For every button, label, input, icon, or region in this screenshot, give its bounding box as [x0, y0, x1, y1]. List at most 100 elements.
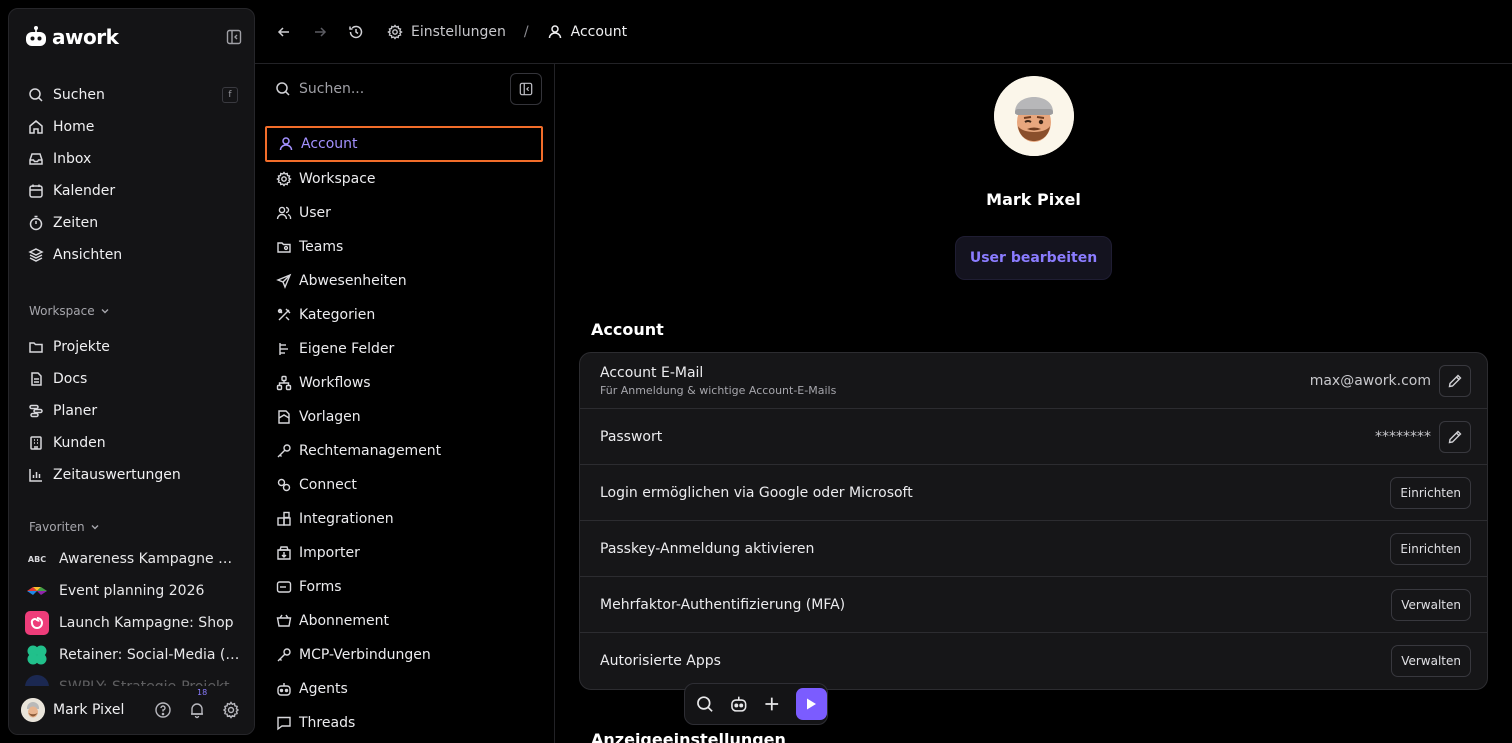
edit-user-button[interactable]: User bearbeiten: [955, 236, 1112, 280]
sidebar-item-ansichten[interactable]: Ansichten: [21, 239, 242, 271]
setup-social-login-button[interactable]: Einrichten: [1390, 476, 1471, 509]
breadcrumb-parent-label: Einstellungen: [411, 23, 506, 40]
setup-passkey-button[interactable]: Einrichten: [1390, 532, 1471, 565]
start-timer-button[interactable]: [795, 688, 827, 720]
sidebar-item-inbox[interactable]: Inbox: [21, 143, 242, 175]
settings-item-label: Kategorien: [299, 307, 376, 323]
form-icon: [275, 578, 293, 596]
edit-email-button[interactable]: [1439, 364, 1471, 397]
sidebar-item-kunden[interactable]: Kunden: [21, 427, 242, 459]
top-bar: Einstellungen / Account: [255, 0, 1512, 64]
settings-item-importer[interactable]: Importer: [265, 536, 543, 570]
manage-mfa-button[interactable]: Verwalten: [1391, 588, 1471, 621]
sidebar-item-label: Projekte: [53, 339, 110, 355]
settings-item-abonnement[interactable]: Abonnement: [265, 604, 543, 638]
sidebar-workspace-nav: Workspace Projekte Docs Planer Kunden Ze…: [21, 301, 242, 491]
favorite-item[interactable]: ABC Awareness Kampagne Q1/2026: [21, 543, 242, 575]
settings-item-agents[interactable]: Agents: [265, 672, 543, 706]
settings-item-label: Account: [301, 136, 358, 152]
user-name[interactable]: Mark Pixel: [53, 702, 124, 718]
settings-item-rechtemanagement[interactable]: Rechtemanagement: [265, 434, 543, 468]
bar-chart-icon: [27, 466, 45, 484]
sidebar-item-projekte[interactable]: Projekte: [21, 331, 242, 363]
settings-item-forms[interactable]: Forms: [265, 570, 543, 604]
user-avatar[interactable]: [21, 698, 45, 722]
help-icon[interactable]: [154, 701, 172, 719]
mfa-row: Mehrfaktor-Authentifizierung (MFA) Verwa…: [580, 577, 1487, 633]
settings-search-input[interactable]: [299, 81, 499, 97]
password-row: Passwort ********: [580, 409, 1487, 465]
settings-navigation: Account Workspace User Teams Abwesenheit…: [255, 64, 555, 743]
edit-password-button[interactable]: [1439, 420, 1471, 453]
settings-item-kategorien[interactable]: Kategorien: [265, 298, 543, 332]
sidebar-collapse-button[interactable]: [226, 29, 242, 45]
settings-item-integrationen[interactable]: Integrationen: [265, 502, 543, 536]
user-icon: [277, 135, 295, 153]
settings-item-user[interactable]: User: [265, 196, 543, 230]
settings-item-label: MCP-Verbindungen: [299, 647, 431, 663]
manage-apps-button[interactable]: Verwalten: [1391, 645, 1471, 677]
user-actions: [154, 701, 240, 719]
gear-icon[interactable]: [222, 701, 240, 719]
play-icon: [807, 698, 817, 710]
section-heading: Workspace: [29, 304, 95, 318]
row-label: Passkey-Anmeldung aktivieren: [600, 540, 815, 557]
shortcut-badge: f: [222, 87, 238, 103]
chat-icon: [275, 714, 293, 732]
plus-icon[interactable]: [762, 694, 782, 714]
settings-item-account[interactable]: Account: [265, 126, 543, 162]
search-icon[interactable]: [695, 694, 715, 714]
favorite-item[interactable]: Retainer: Social-Media (Spring): [21, 639, 242, 671]
settings-item-workflows[interactable]: Workflows: [265, 366, 543, 400]
settings-item-mcp-verbindungen[interactable]: MCP-Verbindungen: [265, 638, 543, 672]
settings-item-eigene-felder[interactable]: Eigene Felder: [265, 332, 543, 366]
row-actions: ********: [1375, 409, 1471, 464]
settings-item-abwesenheiten[interactable]: Abwesenheiten: [265, 264, 543, 298]
sidebar-item-home[interactable]: Home: [21, 111, 242, 143]
pencil-icon: [1448, 374, 1462, 387]
bell-icon[interactable]: [188, 701, 206, 719]
history-button[interactable]: [347, 23, 365, 41]
home-icon: [27, 118, 45, 136]
settings-item-workspace[interactable]: Workspace: [265, 162, 543, 196]
row-actions: Einrichten: [1390, 465, 1471, 520]
breadcrumb-einstellungen[interactable]: Einstellungen: [387, 24, 506, 40]
settings-item-threads[interactable]: Threads: [265, 706, 543, 740]
settings-menu-list: Account Workspace User Teams Abwesenheit…: [265, 126, 543, 740]
favorite-item[interactable]: Event planning 2026: [21, 575, 242, 607]
sidebar-item-kalender[interactable]: Kalender: [21, 175, 242, 207]
back-button[interactable]: [275, 23, 293, 41]
sidebar-item-zeiten[interactable]: Zeiten: [21, 207, 242, 239]
settings-item-label: Agents: [299, 681, 348, 697]
sidebar-item-label: Ansichten: [53, 247, 123, 263]
sidebar-item-label: Zeitauswertungen: [53, 467, 181, 483]
spiral-thumbnail: [25, 611, 49, 635]
favorite-item[interactable]: Launch Kampagne: Shop: [21, 607, 242, 639]
breadcrumb-current: Account: [547, 24, 627, 40]
tools-icon: [275, 306, 293, 324]
sidebar-item-suchen[interactable]: Suchen f: [21, 79, 242, 111]
forward-button[interactable]: [311, 23, 329, 41]
row-actions: max@awork.com: [1310, 353, 1471, 408]
favorite-label: Awareness Kampagne Q1/2026: [59, 551, 242, 567]
calendar-icon: [27, 182, 45, 200]
workspace-section-toggle[interactable]: Workspace: [21, 301, 242, 321]
favorites-section-toggle[interactable]: Favoriten: [21, 517, 242, 537]
account-settings-content: Mark Pixel User bearbeiten Account Accou…: [555, 64, 1512, 743]
robot-icon[interactable]: [729, 694, 749, 714]
users-icon: [275, 204, 293, 222]
settings-item-label: Teams: [299, 239, 344, 255]
settings-item-teams[interactable]: Teams: [265, 230, 543, 264]
settings-item-connect[interactable]: Connect: [265, 468, 543, 502]
sidebar-item-label: Home: [53, 119, 95, 135]
sidebar-item-zeitauswertungen[interactable]: Zeitauswertungen: [21, 459, 242, 491]
settings-item-vorlagen[interactable]: Vorlagen: [265, 400, 543, 434]
settings-panel-toggle-button[interactable]: [510, 73, 542, 105]
sidebar-item-docs[interactable]: Docs: [21, 363, 242, 395]
panel-collapse-icon: [519, 82, 533, 96]
sidebar-item-planer[interactable]: Planer: [21, 395, 242, 427]
arrow-left-icon: [277, 26, 289, 37]
account-section-title: Account: [591, 320, 664, 339]
team-folder-icon: [275, 238, 293, 256]
awork-logo[interactable]: awork: [25, 25, 119, 49]
